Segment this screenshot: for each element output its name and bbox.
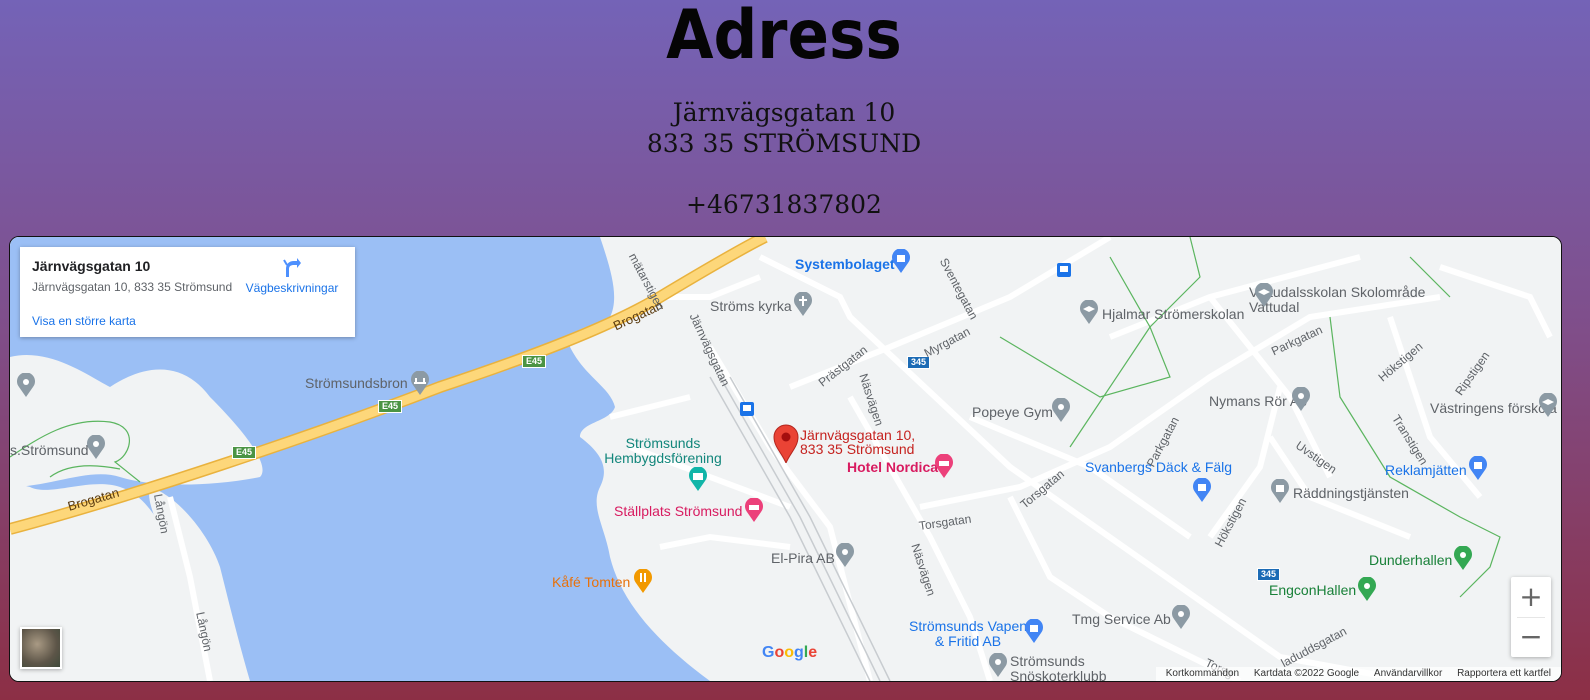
directions-icon (283, 258, 301, 277)
postal-address: 833 35 STRÖMSUND (646, 129, 922, 158)
poi-label[interactable]: Strömsundsbron (305, 376, 408, 391)
google-logo: Google (762, 644, 818, 661)
directions-label: Vägbeskrivningar (245, 281, 339, 295)
sports-icon[interactable] (1453, 546, 1473, 570)
zoom-in-button[interactable]: + (1511, 577, 1551, 617)
route-345-badge: 345 (1257, 568, 1281, 581)
bridge-icon[interactable] (410, 371, 430, 395)
poi-label[interactable]: Reklamjätten (1385, 463, 1467, 478)
terms-link[interactable]: Användarvillkor (1374, 668, 1442, 679)
location-icon[interactable] (86, 435, 106, 459)
poi-label[interactable]: Hotel Nordica (847, 460, 938, 475)
poi-label[interactable]: Ställplats Strömsund (614, 504, 742, 519)
zoom-out-button[interactable]: − (1511, 617, 1551, 657)
poi-label[interactable]: El-Pira AB (771, 551, 835, 566)
report-error-link[interactable]: Rapportera ett kartfel (1457, 668, 1551, 679)
embedded-map[interactable]: E45 E45 E45 345 345 Brogatan Brogatan Jä… (9, 236, 1562, 682)
museum-icon[interactable] (688, 467, 708, 491)
bus-stop-icon[interactable] (740, 402, 754, 416)
poi-label[interactable]: Tmg Service Ab (1072, 612, 1171, 627)
school-icon[interactable] (1538, 393, 1558, 417)
e45-badge: E45 (232, 446, 257, 459)
map-footer: Kortkommandon Kartdata ©2022 Google Anvä… (1155, 667, 1561, 681)
pin-label: Järnvägsgatan 10, 833 35 Strömsund (800, 428, 915, 456)
location-icon[interactable] (1051, 398, 1071, 422)
zoom-divider (1517, 617, 1545, 618)
school-icon[interactable] (1079, 300, 1099, 324)
poi-label[interactable]: Popeye Gym (972, 405, 1053, 420)
location-icon[interactable] (835, 543, 855, 567)
hotel-icon[interactable] (934, 454, 954, 478)
shopping-bag-icon[interactable] (1024, 619, 1044, 643)
place-info-card: Järnvägsgatan 10 Järnvägsgatan 10, 833 3… (20, 247, 355, 337)
fire-station-icon[interactable] (1270, 479, 1290, 503)
directions-button[interactable]: Vägbeskrivningar (244, 257, 340, 295)
poi-label[interactable]: Systembolaget (795, 257, 895, 272)
poi-label[interactable]: EngconHallen (1269, 583, 1356, 598)
phone-number: +46731837802 (686, 190, 882, 219)
shortcuts-link[interactable]: Kortkommandon (1166, 668, 1239, 679)
bus-stop-icon[interactable] (1057, 263, 1071, 277)
shopping-bag-icon[interactable] (1192, 478, 1212, 502)
poi-label[interactable]: s.Strömsund (10, 443, 89, 458)
poi-label[interactable]: Ströms kyrka (710, 299, 792, 314)
place-title: Järnvägsgatan 10 (32, 258, 151, 274)
shopping-bag-icon[interactable] (891, 249, 911, 273)
page-title: Adress (666, 0, 902, 75)
poi-label[interactable]: Strömsunds Hembygdsförening (603, 436, 723, 466)
larger-map-link[interactable]: Visa en större karta (32, 314, 136, 328)
pin-label-line: 833 35 Strömsund (800, 441, 915, 457)
sports-icon[interactable] (1357, 577, 1377, 601)
hotel-icon[interactable] (744, 498, 764, 522)
poi-label[interactable]: Hjalmar Strömerskolan (1102, 307, 1244, 322)
map-data-text: Kartdata ©2022 Google (1253, 668, 1360, 679)
poi-label[interactable]: Kåfé Tomten (552, 575, 630, 590)
street-address: Järnvägsgatan 10 (672, 98, 896, 127)
pin-label-line: Järnvägsgatan 10, (800, 427, 916, 443)
school-icon[interactable] (1254, 283, 1274, 307)
restaurant-icon[interactable] (633, 569, 653, 593)
poi-label[interactable]: Svanbergs Däck & Fälg (1085, 460, 1232, 475)
poi-label[interactable]: Strömsunds Vapen & Fritid AB (903, 619, 1033, 649)
poi-text: Vattudalsskolan Skolområde Vattudal (1249, 284, 1426, 315)
poi-label[interactable]: Strömsunds Snöskoterklubb (1010, 654, 1130, 682)
location-icon[interactable] (1171, 605, 1191, 629)
e45-badge: E45 (378, 400, 403, 413)
location-icon[interactable] (16, 373, 36, 397)
location-icon[interactable] (1291, 387, 1311, 411)
church-icon[interactable] (793, 292, 813, 316)
poi-label[interactable]: Räddningstjänsten (1293, 486, 1409, 501)
e45-badge: E45 (522, 355, 547, 368)
poi-label[interactable]: Dunderhallen (1369, 553, 1452, 568)
location-pin-icon[interactable] (772, 423, 800, 463)
location-icon[interactable] (988, 653, 1008, 677)
poi-label[interactable]: Vattudalsskolan Skolområde Vattudal (1249, 285, 1429, 315)
satellite-toggle[interactable] (20, 627, 62, 669)
place-address: Järnvägsgatan 10, 833 35 Strömsund (32, 280, 233, 294)
shopping-bag-icon[interactable] (1468, 456, 1488, 480)
zoom-controls: + − (1511, 577, 1551, 657)
